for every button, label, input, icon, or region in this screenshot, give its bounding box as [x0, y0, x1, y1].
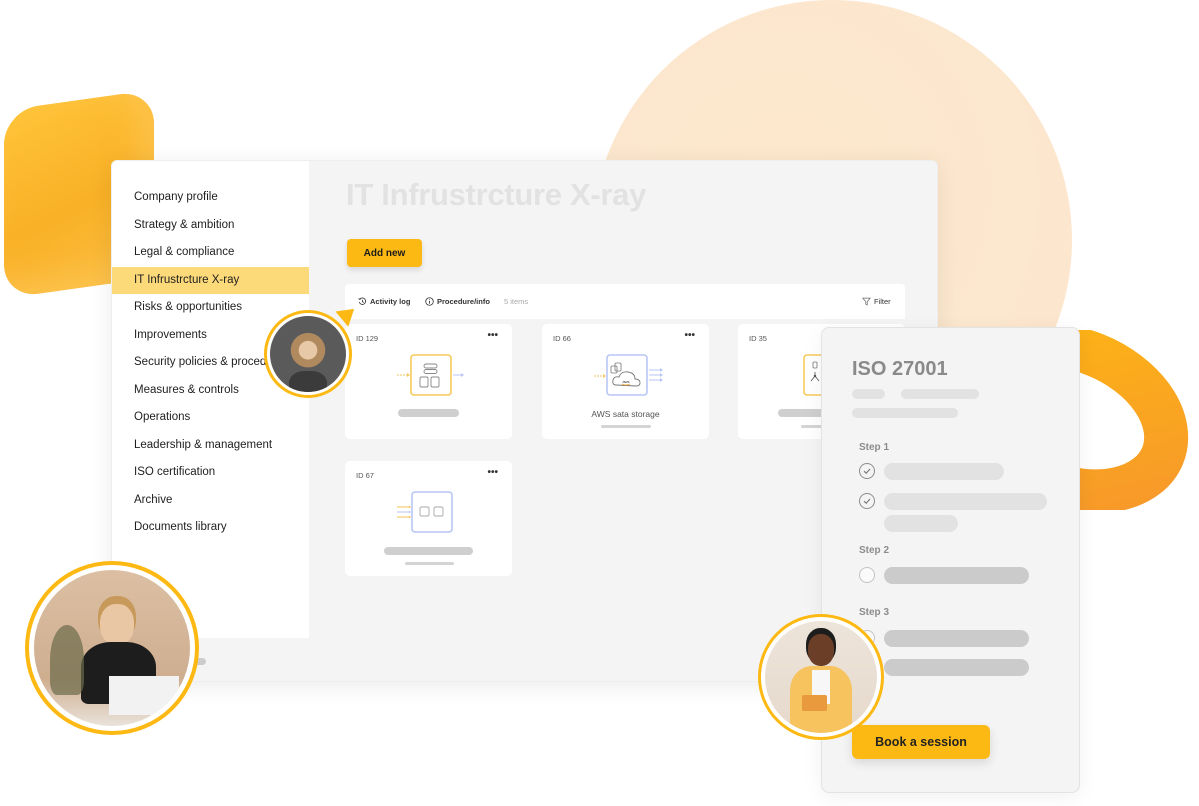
- step-2-task-radio[interactable]: [859, 567, 875, 583]
- card-item[interactable]: ID 67 •••: [345, 461, 512, 576]
- activity-log-label: Activity log: [370, 297, 411, 306]
- filter-label: Filter: [874, 297, 891, 306]
- sidebar-item-operations[interactable]: Operations: [112, 404, 309, 432]
- card-id: ID 66: [553, 334, 571, 343]
- task-bar: [884, 515, 958, 532]
- avatar-photo: [34, 570, 190, 726]
- avatar: [264, 310, 352, 398]
- procedure-info-label: Procedure/info: [437, 297, 490, 306]
- card-id: ID 67: [356, 471, 374, 480]
- card-subtitle-placeholder: [601, 425, 651, 428]
- step-3-label: Step 3: [859, 607, 890, 618]
- task-bar: [884, 493, 1047, 510]
- toolbar: Activity log Procedure/info 5 items Filt…: [345, 284, 905, 319]
- filter-button[interactable]: Filter: [862, 297, 891, 306]
- step-2-label: Step 2: [859, 545, 890, 556]
- sidebar-item-archive[interactable]: Archive: [112, 487, 309, 515]
- placeholder-bar: [852, 408, 958, 418]
- card-item[interactable]: ID 66 ••• aws AWS sata storage: [542, 324, 709, 439]
- sidebar-item-legal[interactable]: Legal & compliance: [112, 239, 309, 267]
- app-window: Company profile Strategy & ambition Lega…: [111, 160, 938, 682]
- sidebar-item-leadership[interactable]: Leadership & management: [112, 432, 309, 460]
- placeholder-bar: [852, 389, 885, 399]
- card-item[interactable]: ID 129 •••: [345, 324, 512, 439]
- card-id: ID 129: [356, 334, 379, 343]
- avatar-photo: [765, 621, 877, 733]
- add-new-button[interactable]: Add new: [347, 239, 422, 267]
- card-menu-button[interactable]: •••: [487, 467, 498, 478]
- card-id: ID 35: [749, 334, 767, 343]
- avatar: [25, 561, 199, 735]
- step-1-label: Step 1: [859, 442, 890, 453]
- filter-icon: [862, 297, 871, 306]
- task-bar: [884, 659, 1029, 676]
- book-session-button[interactable]: Book a session: [852, 725, 990, 759]
- svg-text:aws: aws: [622, 379, 629, 384]
- item-count: 5 items: [504, 297, 529, 306]
- sidebar-item-iso-certification[interactable]: ISO certification: [112, 459, 309, 487]
- sidebar-item-strategy[interactable]: Strategy & ambition: [112, 212, 309, 240]
- procedure-info-tab[interactable]: Procedure/info: [425, 297, 490, 306]
- activity-log-tab[interactable]: Activity log: [358, 297, 410, 306]
- sidebar-item-it-infrastructure[interactable]: IT Infrustrcture X-ray: [112, 266, 309, 294]
- card-title-placeholder: [398, 409, 459, 417]
- check-icon[interactable]: [859, 463, 875, 479]
- card-title-placeholder: [384, 547, 473, 555]
- avatar: [758, 614, 884, 740]
- task-bar: [884, 630, 1029, 647]
- server-documents-icon: [397, 354, 464, 396]
- task-bar: [884, 567, 1029, 584]
- card-name: AWS sata storage: [591, 409, 660, 419]
- sidebar-item-documents-library[interactable]: Documents library: [112, 514, 309, 542]
- sidebar-item-risks[interactable]: Risks & opportunities: [112, 294, 309, 322]
- sidebar-item-company-profile[interactable]: Company profile: [112, 184, 309, 212]
- module-blocks-icon: [397, 491, 453, 533]
- iso-title: ISO 27001: [852, 358, 948, 380]
- card-menu-button[interactable]: •••: [487, 330, 498, 341]
- check-icon[interactable]: [859, 493, 875, 509]
- task-bar: [884, 463, 1004, 480]
- card-subtitle-placeholder: [405, 562, 454, 565]
- page-title: IT Infrustrcture X-ray: [346, 177, 647, 212]
- info-icon: [425, 297, 434, 306]
- placeholder-bar: [901, 389, 979, 399]
- avatar-photo: [270, 316, 346, 392]
- card-menu-button[interactable]: •••: [684, 330, 695, 341]
- aws-cloud-storage-icon: aws: [594, 354, 663, 396]
- history-icon: [358, 297, 366, 305]
